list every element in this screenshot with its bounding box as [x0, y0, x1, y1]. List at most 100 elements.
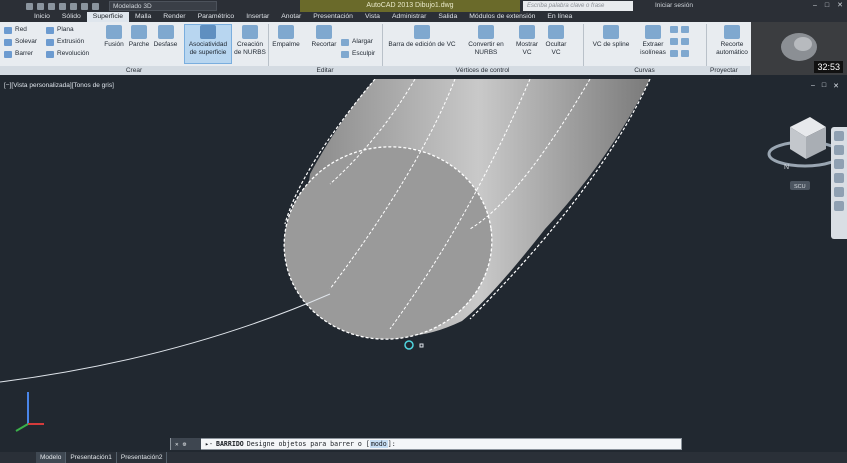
minimize-icon[interactable]: – [813, 0, 817, 12]
command-prompt: Designe objetos para barrer o [ [246, 440, 370, 448]
extend-icon [341, 38, 349, 46]
tab-render[interactable]: Render [157, 12, 191, 22]
panel-vertices-label[interactable]: Vértices de control [382, 66, 583, 75]
tab-superficie[interactable]: Superficie [86, 12, 130, 22]
asociatividad-button[interactable]: Asociatividad de superficie [184, 24, 232, 64]
sweep-path-curve[interactable] [0, 293, 331, 383]
window-controls: – □ ✕ [813, 0, 843, 12]
revolve-icon [46, 50, 54, 58]
red-button[interactable]: Red [4, 26, 27, 34]
tab-parametrico[interactable]: Paramétrico [192, 12, 241, 22]
wcs-label: SCU [794, 184, 806, 190]
creacion-nurbs-button[interactable]: Creación de NURBS [233, 25, 267, 56]
drawing-viewport[interactable]: [−][Vista personalizada][Tonos de gris] … [0, 79, 847, 439]
command-line[interactable]: ✕ ⚙ ▸ - BARRIDO Designe objetos para bar… [170, 438, 682, 450]
viewcube-north-label: N [784, 164, 789, 171]
recortar-button[interactable]: Recortar [309, 25, 339, 49]
pick-cursor-icon [404, 340, 414, 350]
redo-icon[interactable] [92, 2, 99, 10]
document-title: AutoCAD 2013 Dibujo1.dwg [300, 0, 520, 12]
panel-curvas-label[interactable]: Curvas [583, 66, 706, 75]
zoom-icon[interactable] [834, 159, 844, 169]
video-thumbnail[interactable]: 32:53 [751, 22, 847, 75]
command-option-modo[interactable]: modo [369, 440, 388, 448]
show-cv-icon [519, 25, 535, 39]
vc-spline-button[interactable]: VC de spline [588, 25, 634, 49]
barrer-button[interactable]: Barrer [4, 50, 33, 58]
fusion-button[interactable]: Fusión [102, 25, 126, 49]
wrench-icon[interactable]: ⚙ [183, 441, 187, 448]
associativity-icon [200, 25, 216, 39]
tab-salida[interactable]: Salida [432, 12, 463, 22]
open-icon[interactable] [37, 2, 44, 10]
network-surface-icon [4, 26, 12, 34]
ocultar-vc-button[interactable]: Ocultar VC [542, 25, 570, 56]
command-suffix: ]: [387, 440, 396, 448]
workspace-dropdown[interactable]: Modelado 3D [109, 1, 217, 11]
curve-tool-2[interactable] [670, 38, 689, 45]
close-icon[interactable]: ✕ [837, 0, 843, 12]
tab-modelo[interactable]: Modelo [36, 452, 67, 463]
extrusion-button[interactable]: Extrusión [46, 38, 84, 46]
tab-insertar[interactable]: Insertar [240, 12, 275, 22]
curve-icon [670, 50, 678, 57]
convertir-nurbs-button[interactable]: Convertir en NURBS [462, 25, 510, 56]
command-keyword: BARRIDO [215, 440, 244, 448]
empalme-button[interactable]: Empalme [270, 25, 302, 49]
tab-modulos-extension[interactable]: Módulos de extensión [463, 12, 541, 22]
extraer-isolineas-button[interactable]: Extraer isolíneas [636, 25, 670, 56]
navigation-bar [831, 127, 847, 239]
quick-access-toolbar [0, 2, 99, 10]
curve-icon [670, 38, 678, 45]
layout-tabs: Modelo Presentación1 Presentación2 [0, 452, 847, 463]
nurbs-icon [242, 25, 258, 39]
patch-icon [131, 25, 147, 39]
steering-wheel-icon[interactable] [834, 131, 844, 141]
solevar-button[interactable]: Solevar [4, 38, 37, 46]
esculpir-button[interactable]: Esculpir [341, 50, 375, 58]
tab-presentacion[interactable]: Presentación [307, 12, 359, 22]
parche-button[interactable]: Parche [127, 25, 151, 49]
curve-tool-1[interactable] [670, 26, 689, 33]
recorte-automatico-button[interactable]: Recorte automático [712, 25, 752, 56]
orbit-icon[interactable] [834, 173, 844, 183]
sculpt-icon [341, 50, 349, 58]
close-icon[interactable]: ✕ [175, 441, 179, 448]
planar-surface-icon [46, 26, 54, 34]
tab-malla[interactable]: Malla [129, 12, 157, 22]
panel-crear-label[interactable]: Crear [0, 66, 268, 75]
maximize-icon[interactable]: □ [825, 0, 829, 12]
video-timer: 32:53 [814, 61, 843, 73]
mostrar-vc-button[interactable]: Mostrar VC [513, 25, 541, 56]
plot-icon[interactable] [70, 2, 77, 10]
extents-icon[interactable] [834, 201, 844, 211]
search-input[interactable]: Escriba palabra clave o frase [523, 1, 633, 11]
tab-inicio[interactable]: Inicio [28, 12, 56, 22]
save-as-icon[interactable] [59, 2, 66, 10]
new-icon[interactable] [26, 2, 33, 10]
alargar-button[interactable]: Alargar [341, 38, 373, 46]
barra-edicion-vc-button[interactable]: Barra de edición de VC [384, 25, 460, 49]
tab-presentacion1[interactable]: Presentación1 [66, 452, 117, 463]
tab-en-linea[interactable]: En línea [541, 12, 578, 22]
tab-administrar[interactable]: Administrar [386, 12, 432, 22]
curve-icon [681, 38, 689, 45]
tab-presentacion2[interactable]: Presentación2 [117, 452, 168, 463]
auto-trim-icon [724, 25, 740, 39]
save-icon[interactable] [48, 2, 55, 10]
tab-solido[interactable]: Sólido [56, 12, 87, 22]
signin-button[interactable]: Iniciar sesión [655, 0, 693, 12]
undo-icon[interactable] [81, 2, 88, 10]
tab-anotar[interactable]: Anotar [275, 12, 307, 22]
showmotion-icon[interactable] [834, 187, 844, 197]
desfase-button[interactable]: Desfase [152, 25, 179, 49]
panel-editar-label[interactable]: Editar [268, 66, 382, 75]
plana-button[interactable]: Plana [46, 26, 74, 34]
loft-icon [4, 38, 12, 46]
pan-icon[interactable] [834, 145, 844, 155]
hide-cv-icon [548, 25, 564, 39]
revolucion-button[interactable]: Revolución [46, 50, 89, 58]
curve-tool-3[interactable] [670, 50, 689, 57]
tab-vista[interactable]: Vista [359, 12, 386, 22]
curve-icon [681, 26, 689, 33]
